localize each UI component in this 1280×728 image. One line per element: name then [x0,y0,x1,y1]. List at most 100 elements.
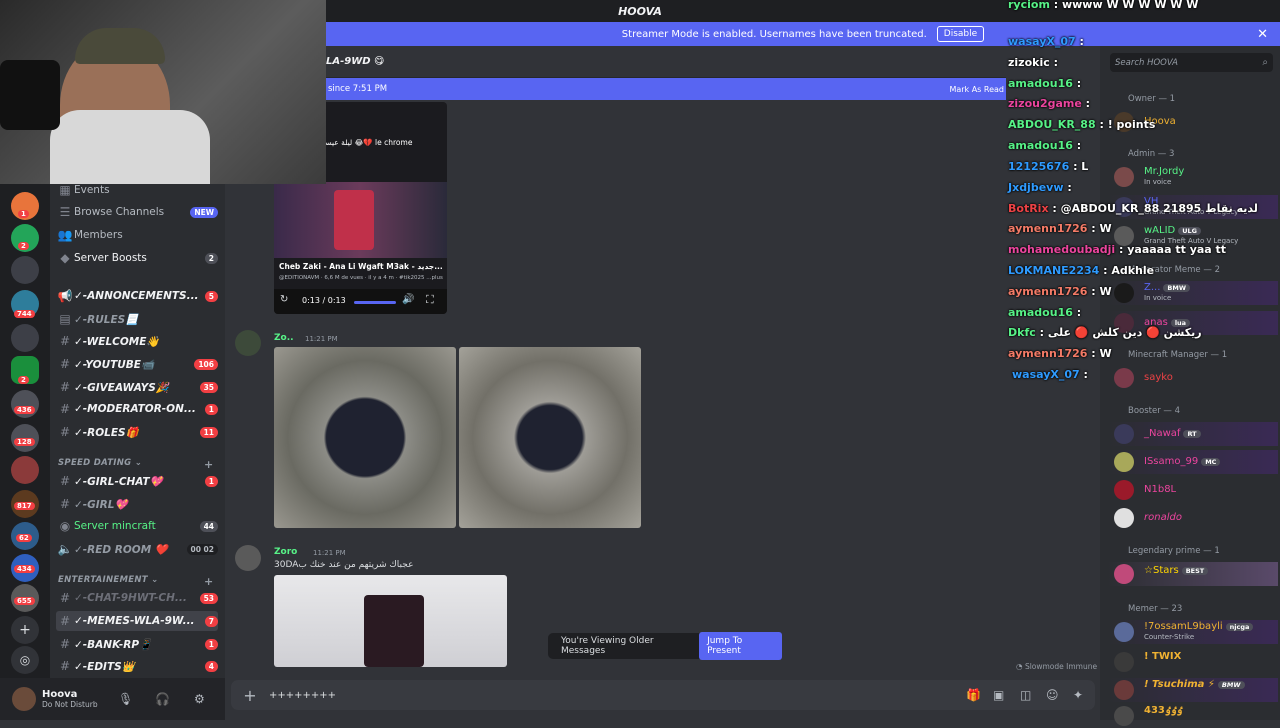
avatar [1114,167,1134,187]
microphone [0,60,60,130]
streamer-mode-banner: Streamer Mode is enabled. Usernames have… [326,22,1280,46]
sidebar-item-server-boosts[interactable]: ◆ Server Boosts 2 [56,248,218,268]
message-text: 30DAعجباك شريتهم من عند خنك ب [274,560,414,570]
member-row[interactable]: ! TWIX [1108,650,1278,674]
server-icon[interactable] [11,256,39,284]
avatar[interactable] [235,545,261,571]
avatar [1114,508,1134,528]
channel-youtube[interactable]: # ✓-YOUTUBE📹 106 [56,354,218,374]
user-panel: Hoova Do Not Disturb 🎙 🎧 ⚙ [0,678,225,720]
channel-welcome[interactable]: # ✓-WELCOME👋 [56,331,218,351]
channel-chat-9hwt[interactable]: # ✓-CHAT-9HWT-CH... 53 [56,588,218,608]
older-messages-text: You're Viewing Older Messages [561,636,654,656]
progress-bar[interactable] [354,301,396,304]
server-rail: + ◎ 1 2 744 2 436 128 817 62 434 655 [0,184,50,720]
channel-roles[interactable]: # ✓-ROLES🎁 11 [56,422,218,442]
emoji-icon[interactable]: ☺ [1046,688,1059,702]
jump-to-present-button[interactable]: Jump To Present [699,632,782,660]
avatar[interactable] [235,330,261,356]
add-server-icon[interactable]: + [11,616,39,644]
fullscreen-icon[interactable]: ⛶ [426,293,434,307]
message-composer[interactable]: + ++++++++ 🎁 ▣ ◫ ☺ ✦ [231,680,1095,710]
avatar[interactable] [12,687,36,711]
sticker-icon[interactable]: ◫ [1020,688,1031,702]
chat-line: BotRix : @ABDOU_KR_88 21895 لديه نقاط [1008,202,1258,215]
gift-icon[interactable]: 🎁 [966,688,981,702]
boost-icon: ◆ [60,251,70,265]
channel-memes[interactable]: # ✓-MEMES-WLA-9W... 7 [56,611,218,631]
sidebar-item-browse-channels[interactable]: ☰ Browse Channels NEW [56,202,218,222]
member-row[interactable]: Z... BMW In voice [1108,281,1278,305]
member-row[interactable]: ISsamo_99 MC [1108,450,1278,474]
channel-announcements[interactable]: 📢 ✓-ANNONCEMENTS... 5 [56,286,218,306]
close-icon[interactable]: ✕ [1257,27,1268,42]
mark-as-read-button[interactable]: Mark As Read [949,85,1004,94]
mention-badge: 2 [18,242,29,250]
user-status: Do Not Disturb [42,700,98,709]
member-row[interactable]: 433ٶٶٶ [1108,704,1278,728]
server-icon[interactable] [11,324,39,352]
channel-server-mincraft[interactable]: ◉ Server mincraft 44 [56,516,218,536]
member-row[interactable]: ronaldo [1108,506,1278,530]
channel-girl[interactable]: # ✓-GIRL💖 [56,494,218,514]
message-author[interactable]: Zo.. [274,333,294,343]
mention-badge: 744 [14,310,35,318]
member-row[interactable]: ! Tsuchima ⚡ BMW [1108,678,1278,702]
hash-icon: # [59,334,71,348]
volume-icon[interactable]: 🔊 [402,294,414,305]
member-row[interactable]: N1b8L [1108,478,1278,502]
channel-moderator[interactable]: # ✓-MODERATOR-ON... 1 [56,399,218,419]
chat-line: Dkfc : ريكشن 🔴 دين كلش 🔴 على [1008,326,1202,339]
headphones-icon[interactable]: 🎧 [155,692,170,706]
member-group-title: Legendary prime — 1 [1128,546,1220,556]
video-title: Cheb Zaki - Ana Li Wgaft M3ak - جديد... [279,262,443,271]
message-author[interactable]: Zoro [274,547,297,557]
channel-header: LA-9WD 😋 [326,46,1006,78]
chat-line: 12125676 : L [1008,160,1089,173]
new-badge: NEW [190,206,218,218]
sidebar-item-members[interactable]: 👥 Members [56,225,218,245]
member-row[interactable]: _Nawaf RT [1108,422,1278,446]
mention-badge: 434 [14,565,35,573]
replay-icon[interactable]: ↻ [280,294,288,305]
microphone-icon[interactable]: 🎙 [118,692,133,706]
hash-icon: # [59,497,71,511]
category-entertainement[interactable]: ENTERTAINEMENT ⌄ + [58,575,213,588]
image-attachment[interactable] [274,575,507,667]
chat-line: zizokic : [1008,56,1058,69]
search-input[interactable]: Search HOOVA ⌕ [1110,53,1273,72]
channel-bank-rp[interactable]: # ✓-BANK-RP📱 1 [56,634,218,654]
add-channel-icon[interactable]: + [204,458,214,471]
chat-line: wasayX_07 : [1008,35,1084,48]
member-row[interactable]: Mr.Jordy In voice [1108,165,1278,189]
apps-icon[interactable]: ✦ [1073,688,1083,702]
disable-streamer-button[interactable]: Disable [936,26,985,42]
member-group-title: Minecraft Manager — 1 [1128,350,1228,360]
channel-giveaways[interactable]: # ✓-GIVEAWAYS🎉 35 [56,377,218,397]
member-row[interactable]: !7ossamL9bayli njcga Counter-Strike [1108,620,1278,644]
explore-icon[interactable]: ◎ [11,646,39,674]
channel-red-room[interactable]: 🔈 ✓-RED ROOM ❤️ 00 02 [56,539,218,559]
attach-icon[interactable]: + [231,686,269,705]
channel-edits[interactable]: # ✓-EDITS👑 4 [56,656,218,676]
gif-icon[interactable]: ▣ [993,688,1004,702]
cap [75,28,165,64]
channel-girl-chat[interactable]: # ✓-GIRL-CHAT💖 1 [56,471,218,491]
image-content [364,595,424,667]
image-attachment[interactable] [274,347,456,528]
hash-icon: # [59,357,71,371]
chat-line: ABDOU_KR_88 : ! points [1008,118,1156,131]
sidebar-item-events[interactable]: ▦ Events [56,184,218,200]
avatar [1114,452,1134,472]
hash-icon: # [59,474,71,488]
member-row[interactable]: sayko [1108,366,1278,390]
image-attachment[interactable] [459,347,641,528]
gear-icon[interactable]: ⚙ [194,692,205,706]
member-row[interactable]: ☆Stars BEST [1108,562,1278,586]
category-speed-dating[interactable]: SPEED DATING ⌄ + [58,458,213,471]
message-input[interactable]: ++++++++ [269,690,336,701]
add-channel-icon[interactable]: + [204,575,214,588]
channel-rules[interactable]: ▤ ✓-RULES📃 [56,309,218,329]
new-messages-bar[interactable]: since 7:51 PM Mark As Read [326,78,1006,100]
server-icon[interactable] [11,456,39,484]
